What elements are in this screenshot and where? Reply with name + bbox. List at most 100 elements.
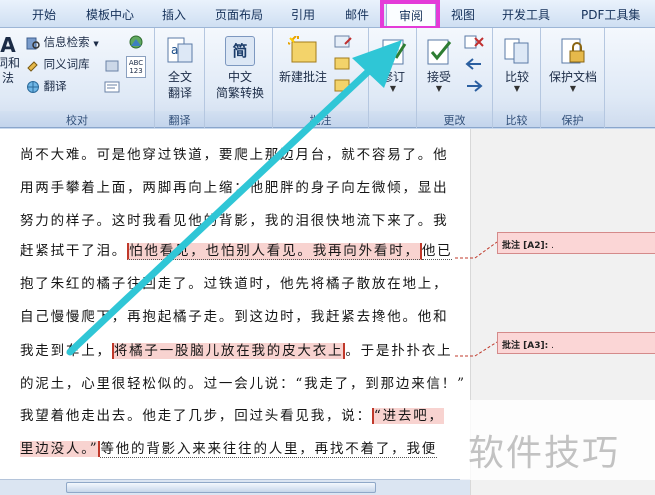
document-page[interactable]: 尚不大难。可是他穿过铁道，要爬上那边月台，就不容易了。他 用两手攀着上面，两脚再… bbox=[0, 129, 470, 479]
group-label-proofing: 校对 bbox=[0, 111, 154, 127]
text-line: 尚不大难。可是他穿过铁道，要爬上那边月台，就不容易了。他 bbox=[20, 147, 449, 163]
comment-connector-a2 bbox=[455, 241, 498, 259]
text-run: 我望着他走出去。他走了几步，回过头看见我，说： bbox=[20, 408, 372, 424]
delete-comment-icon[interactable] bbox=[333, 34, 355, 50]
tab-developer[interactable]: 开发工具 bbox=[502, 6, 550, 23]
text-line: 赶紧拭干了泪。 怕他看见，也怕别人看见。我再向外看时， 他已 bbox=[20, 239, 453, 260]
comment-balloon-a3[interactable]: 批注 [A3]: . bbox=[497, 332, 655, 354]
language-icon[interactable] bbox=[127, 34, 145, 50]
comment-text: . bbox=[551, 341, 554, 351]
full-text-translate-label: 全文 翻译 bbox=[167, 70, 192, 100]
spelling-grammar-button[interactable]: A 词和 法 bbox=[0, 34, 20, 86]
accept-button[interactable]: 接受 ▼ bbox=[419, 36, 459, 93]
previous-change-icon[interactable] bbox=[463, 56, 487, 72]
thesaurus-label: 同义词库 bbox=[43, 57, 90, 71]
next-comment-icon[interactable] bbox=[333, 78, 355, 94]
chevron-down-icon: ▼ bbox=[93, 40, 99, 48]
text-run: 他已 bbox=[421, 243, 453, 260]
group-tracking: 修订 ▼ 修订 bbox=[369, 28, 417, 128]
translate-button[interactable]: 翻译 bbox=[26, 78, 67, 94]
track-changes-icon bbox=[382, 39, 407, 65]
new-comment-button[interactable]: 新建批注 bbox=[275, 36, 331, 85]
reject-change-icon[interactable] bbox=[463, 34, 487, 50]
chevron-down-icon: ▼ bbox=[389, 84, 397, 93]
word-count-button[interactable]: ABC 123 bbox=[126, 56, 146, 78]
text-line: 自己慢慢爬下，再抱起橘子走。到这边时，我赶紧去搀他。他和 bbox=[20, 309, 449, 325]
new-comment-label: 新建批注 bbox=[278, 70, 327, 84]
compare-label: 比较 bbox=[504, 70, 529, 84]
text-line: 努力的样子。这时我看见他的背影，我的泪很快地流下来了。我 bbox=[20, 213, 449, 229]
tab-references[interactable]: 引用 bbox=[291, 6, 315, 23]
text-run: 。于是扑扑衣上 bbox=[345, 343, 453, 359]
compare-button[interactable]: 比较 ▼ bbox=[496, 36, 538, 93]
chinese-conversion-button[interactable]: 简 中文 简繁转换 bbox=[207, 36, 273, 101]
comment-connector-a3 bbox=[455, 341, 498, 357]
translate-globe-icon bbox=[27, 80, 39, 93]
thesaurus-button[interactable]: 同义词库 bbox=[26, 56, 90, 72]
word-count-side-icon bbox=[105, 60, 119, 72]
next-change-icon[interactable] bbox=[463, 78, 487, 94]
lock-icon bbox=[561, 38, 585, 64]
comment-balloon-a2[interactable]: 批注 [A2]: . bbox=[497, 232, 655, 254]
text-line: 里边没人。” 等他的背影入来来往往的人里，再找不着了，我便 bbox=[20, 437, 438, 458]
horizontal-scrollbar[interactable] bbox=[0, 479, 470, 495]
text-line: 用两手攀着上面，两脚再向上缩；他肥胖的身子向左微倾，显出 bbox=[20, 180, 449, 196]
text-run: 赶紧拭干了泪。 bbox=[20, 243, 128, 259]
text-line: 我走到车上， 将橘子一股脑儿放在我的皮大衣上 。于是扑扑衣上 bbox=[20, 339, 452, 359]
group-label-tracking: 修订 bbox=[369, 111, 416, 127]
highlighted-text[interactable]: 里边没人。” bbox=[20, 441, 101, 457]
chevron-down-icon: ▼ bbox=[435, 84, 443, 93]
watermark: 软件技巧 bbox=[460, 400, 655, 480]
tab-template-center[interactable]: 模板中心 bbox=[86, 6, 134, 23]
tab-view[interactable]: 视图 bbox=[451, 6, 475, 23]
tab-pdf-tools[interactable]: PDF工具集 bbox=[581, 6, 640, 23]
text-run: 我走到车上， bbox=[20, 343, 112, 359]
group-chinese-conversion: 简 中文 简繁转换 bbox=[205, 28, 273, 128]
tab-mailings[interactable]: 邮件 bbox=[345, 6, 369, 23]
research-button[interactable]: 信息检索 ▼ bbox=[26, 34, 99, 50]
spelling-grammar-label: 词和 法 bbox=[0, 56, 21, 85]
spelling-icon: A bbox=[0, 33, 16, 57]
research-book-icon bbox=[26, 37, 40, 49]
new-comment-icon bbox=[288, 36, 317, 63]
ribbon: A 词和 法 信息检索 ▼ 同义词库 翻译 ABC 123 校对 a 全文 翻译… bbox=[0, 28, 655, 128]
ribbon-tab-bar: 开始 模板中心 插入 页面布局 引用 邮件 审阅 视图 开发工具 PDF工具集 bbox=[0, 0, 655, 29]
group-label-changes: 更改 bbox=[417, 111, 492, 127]
commented-text-a2[interactable]: 怕他看见，也怕别人看见。我再向外看时， bbox=[127, 243, 422, 260]
chevron-down-icon: ▼ bbox=[513, 84, 521, 93]
protect-document-label: 保护文档 bbox=[548, 70, 597, 84]
group-translation: a 全文 翻译 翻译 bbox=[155, 28, 205, 128]
comment-label: 批注 [A3]: bbox=[502, 341, 549, 351]
tab-insert[interactable]: 插入 bbox=[162, 6, 186, 23]
set-language-icon[interactable] bbox=[103, 80, 121, 94]
group-comments: 新建批注 批注 bbox=[273, 28, 369, 128]
chevron-down-icon: ▼ bbox=[569, 84, 577, 93]
tab-page-layout[interactable]: 页面布局 bbox=[215, 6, 263, 23]
thesaurus-icon bbox=[27, 60, 38, 72]
comment-text: . bbox=[551, 241, 554, 251]
review-tab-highlight bbox=[380, 0, 440, 30]
research-label: 信息检索 bbox=[43, 35, 90, 49]
track-changes-label: 修订 bbox=[380, 70, 405, 84]
tab-home[interactable]: 开始 bbox=[32, 6, 56, 23]
group-proofing: A 词和 法 信息检索 ▼ 同义词库 翻译 ABC 123 校对 bbox=[0, 28, 155, 128]
commented-text-a3[interactable]: 将橘子一股脑儿放在我的皮大衣上 bbox=[111, 343, 346, 359]
comment-label: 批注 [A2]: bbox=[502, 241, 549, 251]
group-changes: 接受 ▼ 更改 bbox=[417, 28, 493, 128]
highlighted-text[interactable]: “进去吧， bbox=[371, 408, 444, 424]
text-run: 等他的背影入来来往往的人里，再找不着了，我便 bbox=[100, 441, 438, 458]
scrollbar-thumb[interactable] bbox=[66, 482, 376, 493]
group-label-comments: 批注 bbox=[273, 111, 368, 127]
translate-document-icon: a bbox=[167, 37, 193, 63]
compare-documents-icon bbox=[504, 38, 529, 64]
text-line: 我望着他走出去。他走了几步，回过头看见我，说： “进去吧， bbox=[20, 404, 444, 424]
protect-document-button[interactable]: 保护文档 ▼ bbox=[543, 36, 603, 93]
track-changes-button[interactable]: 修订 ▼ bbox=[371, 36, 415, 93]
previous-comment-icon[interactable] bbox=[333, 56, 355, 72]
watermark-text: 软件技巧 bbox=[468, 433, 621, 474]
group-label-translation: 翻译 bbox=[155, 111, 204, 127]
svg-text:a: a bbox=[171, 43, 178, 57]
text-line: 抱了朱红的橘子往回走了。过铁道时，他先将橘子散放在地上， bbox=[20, 276, 449, 292]
full-text-translate-button[interactable]: a 全文 翻译 bbox=[159, 36, 201, 101]
accept-change-icon bbox=[427, 39, 452, 65]
